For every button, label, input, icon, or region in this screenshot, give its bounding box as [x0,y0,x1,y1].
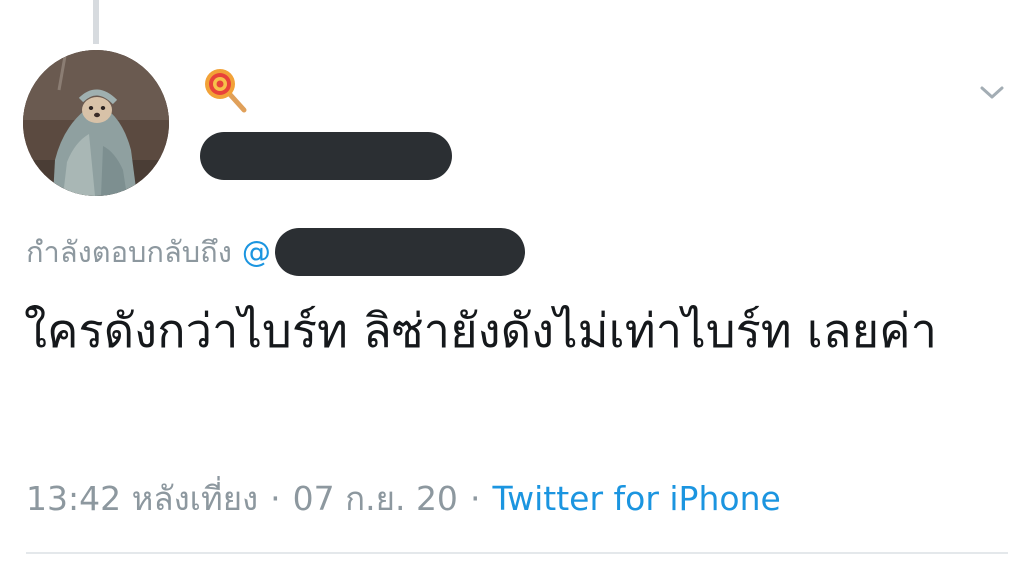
replying-to: กำลังตอบกลับถึง @ [26,226,525,278]
reply-mention-redacted[interactable] [274,228,525,276]
lollipop-emoji-icon [205,69,247,113]
thread-connector-line [93,0,99,44]
meta-separator: · [469,478,481,518]
reply-mention-at[interactable]: @ [242,235,271,269]
tweet-source-link[interactable]: Twitter for iPhone [492,479,780,518]
tweet-view: กำลังตอบกลับถึง @ ใครดังกว่าไบร์ท ลิซ่าย… [0,0,1022,565]
display-name[interactable] [200,62,260,122]
divider [26,552,1008,554]
tweet-time[interactable]: 13:42 หลังเที่ยง [26,472,258,525]
tweet-date[interactable]: 07 ก.ย. 20 [293,472,458,525]
tweet-menu-button[interactable] [974,74,1010,110]
tweet-text: ใครดังกว่าไบร์ท ลิซ่ายังดังไม่เท่าไบร์ท … [24,304,937,359]
tweet-meta: 13:42 หลังเที่ยง · 07 ก.ย. 20 · Twitter … [26,474,781,522]
meta-separator: · [270,478,281,518]
username-redacted [200,132,452,180]
avatar[interactable] [23,50,169,196]
reply-prefix: กำลังตอบกลับถึง [26,235,232,269]
chevron-down-icon [980,86,1004,99]
avatar-photo [23,50,169,196]
